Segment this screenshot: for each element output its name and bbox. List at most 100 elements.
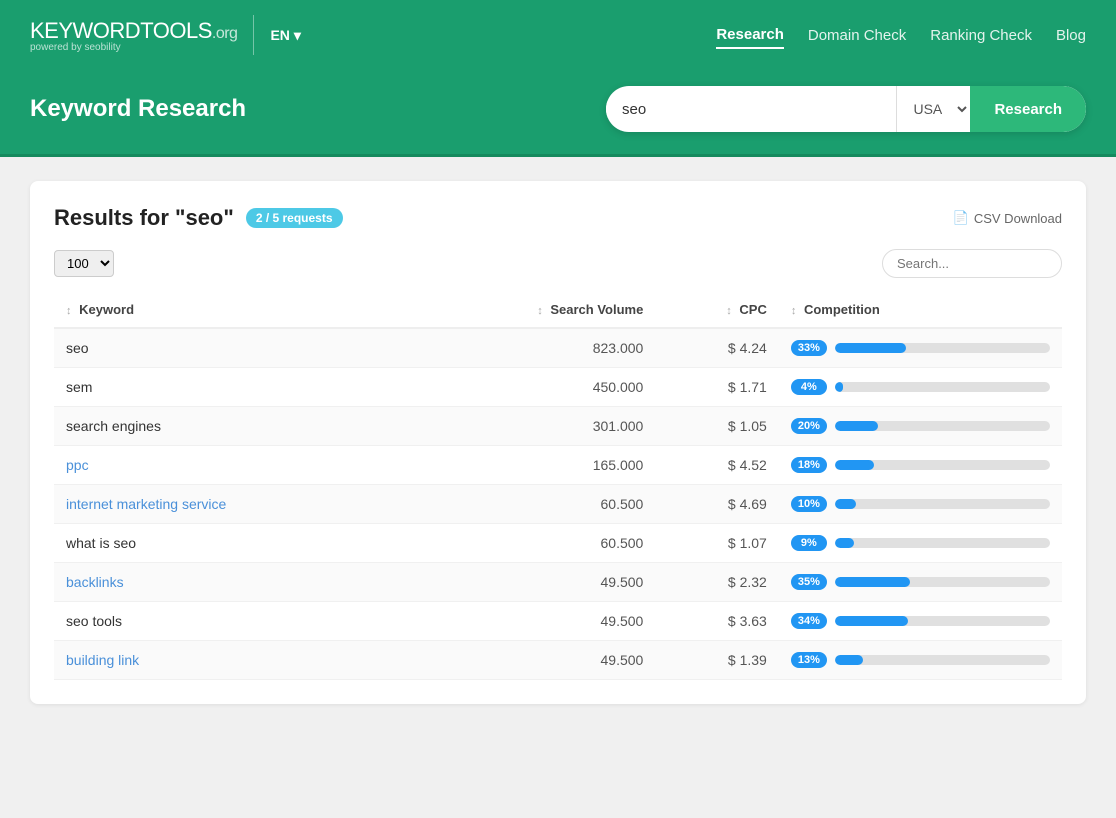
- volume-cell: 60.500: [407, 485, 656, 524]
- search-banner: Keyword Research USA UK DE Research: [0, 70, 1116, 157]
- keyword-cell[interactable]: seo tools: [54, 602, 407, 641]
- keyword-cell[interactable]: seo: [54, 328, 407, 368]
- competition-bar-fill: [835, 382, 844, 392]
- competition-bar-fill: [835, 538, 854, 548]
- competition-badge: 20%: [791, 418, 827, 434]
- per-page-select[interactable]: 100 50 25: [54, 250, 114, 277]
- cpc-cell: $ 1.07: [655, 524, 779, 563]
- keyword-cell[interactable]: sem: [54, 368, 407, 407]
- th-competition[interactable]: ↕ Competition: [779, 292, 1062, 328]
- competition-bar-track: [835, 460, 1050, 470]
- volume-cell: 450.000: [407, 368, 656, 407]
- th-cpc[interactable]: ↕ CPC: [655, 292, 779, 328]
- competition-bar-track: [835, 655, 1050, 665]
- competition-cell: 4%: [779, 368, 1062, 407]
- competition-cell: 13%: [779, 641, 1062, 680]
- csv-icon: 📄: [953, 210, 969, 226]
- competition-bar-fill: [835, 421, 878, 431]
- competition-cell: 18%: [779, 446, 1062, 485]
- nav-ranking-check[interactable]: Ranking Check: [930, 23, 1032, 48]
- brand-logo[interactable]: KEYWORDTOOLS.org powered by seobility: [30, 18, 237, 53]
- nav-links: Research Domain Check Ranking Check Blog: [716, 22, 1086, 49]
- competition-cell: 20%: [779, 407, 1062, 446]
- competition-bar-track: [835, 538, 1050, 548]
- table-row: sem450.000$ 1.71 4%: [54, 368, 1062, 407]
- competition-bar-track: [835, 382, 1050, 392]
- research-button[interactable]: Research: [970, 86, 1086, 132]
- language-selector[interactable]: EN ▾: [270, 27, 300, 44]
- results-card: Results for "seo" 2 / 5 requests 📄 CSV D…: [30, 181, 1086, 704]
- competition-bar-track: [835, 499, 1050, 509]
- keyword-link[interactable]: building link: [66, 652, 139, 668]
- competition-cell: 34%: [779, 602, 1062, 641]
- keyword-cell[interactable]: backlinks: [54, 563, 407, 602]
- cpc-cell: $ 1.05: [655, 407, 779, 446]
- sort-icon-keyword: ↕: [66, 305, 72, 317]
- competition-bar-container: 4%: [791, 379, 1050, 395]
- country-select[interactable]: USA UK DE: [896, 86, 970, 132]
- competition-bar-track: [835, 343, 1050, 353]
- competition-cell: 9%: [779, 524, 1062, 563]
- cpc-cell: $ 4.24: [655, 328, 779, 368]
- main-content: Results for "seo" 2 / 5 requests 📄 CSV D…: [0, 157, 1116, 728]
- competition-badge: 4%: [791, 379, 827, 395]
- th-keyword[interactable]: ↕ Keyword: [54, 292, 407, 328]
- keyword-cell[interactable]: ppc: [54, 446, 407, 485]
- competition-badge: 34%: [791, 613, 827, 629]
- sort-icon-cpc: ↕: [726, 305, 732, 317]
- table-row: search engines301.000$ 1.05 20%: [54, 407, 1062, 446]
- keyword-cell[interactable]: building link: [54, 641, 407, 680]
- keyword-link[interactable]: backlinks: [66, 574, 124, 590]
- sort-icon-competition: ↕: [791, 305, 797, 317]
- nav-domain-check[interactable]: Domain Check: [808, 23, 906, 48]
- nav-research[interactable]: Research: [716, 22, 784, 49]
- competition-bar-container: 20%: [791, 418, 1050, 434]
- competition-badge: 35%: [791, 574, 827, 590]
- competition-bar-fill: [835, 616, 908, 626]
- results-header: Results for "seo" 2 / 5 requests 📄 CSV D…: [54, 205, 1062, 231]
- requests-badge: 2 / 5 requests: [246, 208, 343, 228]
- competition-bar-container: 10%: [791, 496, 1050, 512]
- results-prefix: Results for "seo": [54, 205, 234, 231]
- volume-cell: 301.000: [407, 407, 656, 446]
- cpc-cell: $ 1.71: [655, 368, 779, 407]
- competition-badge: 33%: [791, 340, 827, 356]
- table-search-input[interactable]: [882, 249, 1062, 278]
- volume-cell: 823.000: [407, 328, 656, 368]
- keyword-cell[interactable]: search engines: [54, 407, 407, 446]
- top-nav: KEYWORDTOOLS.org powered by seobility EN…: [0, 0, 1116, 70]
- csv-download-button[interactable]: 📄 CSV Download: [953, 210, 1062, 226]
- search-input[interactable]: [606, 101, 896, 118]
- search-form: USA UK DE Research: [606, 86, 1086, 132]
- logo-divider: [253, 15, 254, 55]
- competition-bar-track: [835, 577, 1050, 587]
- competition-badge: 13%: [791, 652, 827, 668]
- keyword-link[interactable]: internet marketing service: [66, 496, 226, 512]
- table-row: internet marketing service60.500$ 4.6910…: [54, 485, 1062, 524]
- table-row: what is seo60.500$ 1.079%: [54, 524, 1062, 563]
- page-title: Keyword Research: [30, 95, 246, 123]
- competition-bar-container: 18%: [791, 457, 1050, 473]
- table-row: seo823.000$ 4.24 33%: [54, 328, 1062, 368]
- keyword-cell[interactable]: internet marketing service: [54, 485, 407, 524]
- table-row: building link49.500$ 1.3913%: [54, 641, 1062, 680]
- brand-name: KEYWORDTOOLS.org: [30, 18, 237, 44]
- table-row: ppc165.000$ 4.5218%: [54, 446, 1062, 485]
- table-row: backlinks49.500$ 2.3235%: [54, 563, 1062, 602]
- competition-badge: 18%: [791, 457, 827, 473]
- logo-area: KEYWORDTOOLS.org powered by seobility EN…: [30, 15, 301, 55]
- competition-bar-container: 34%: [791, 613, 1050, 629]
- nav-blog[interactable]: Blog: [1056, 23, 1086, 48]
- cpc-cell: $ 4.52: [655, 446, 779, 485]
- table-controls: 100 50 25: [54, 249, 1062, 278]
- competition-bar-fill: [835, 499, 857, 509]
- keyword-link[interactable]: ppc: [66, 457, 89, 473]
- keyword-cell[interactable]: what is seo: [54, 524, 407, 563]
- competition-bar-fill: [835, 655, 863, 665]
- competition-cell: 33%: [779, 328, 1062, 368]
- volume-cell: 49.500: [407, 641, 656, 680]
- volume-cell: 60.500: [407, 524, 656, 563]
- competition-bar-fill: [835, 460, 874, 470]
- volume-cell: 49.500: [407, 602, 656, 641]
- th-search-volume[interactable]: ↕ Search Volume: [407, 292, 656, 328]
